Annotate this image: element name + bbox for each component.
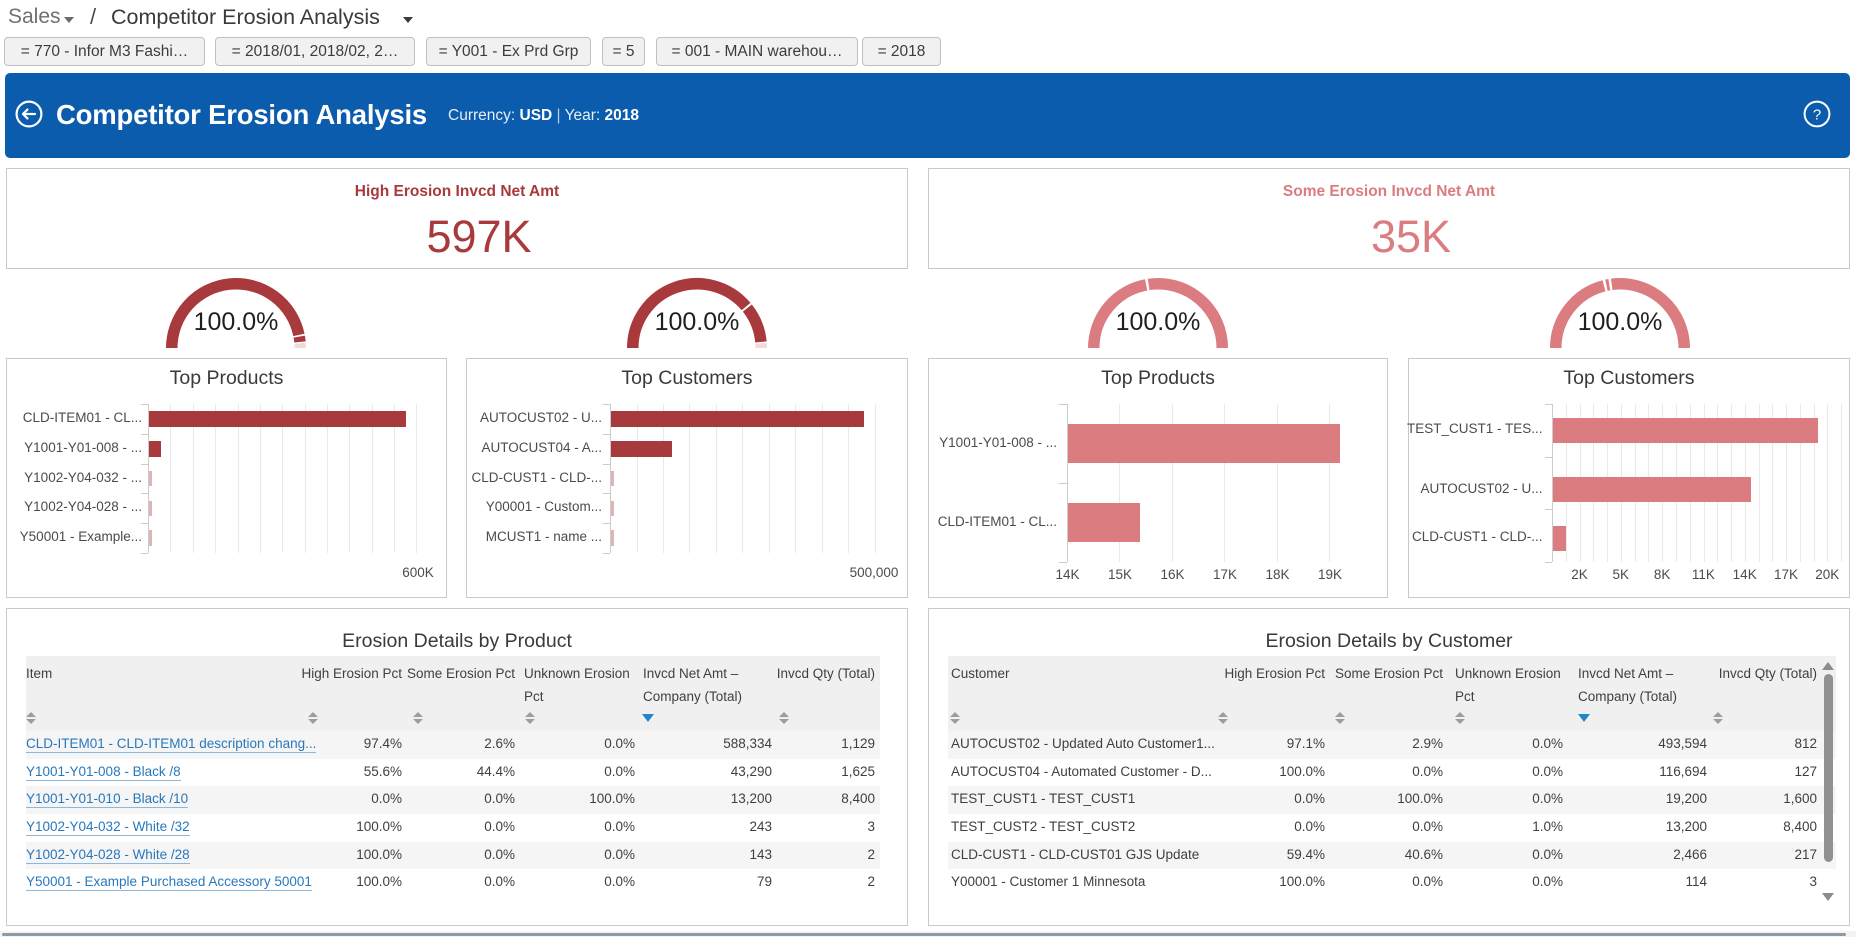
svg-text:?: ? — [1813, 107, 1821, 124]
